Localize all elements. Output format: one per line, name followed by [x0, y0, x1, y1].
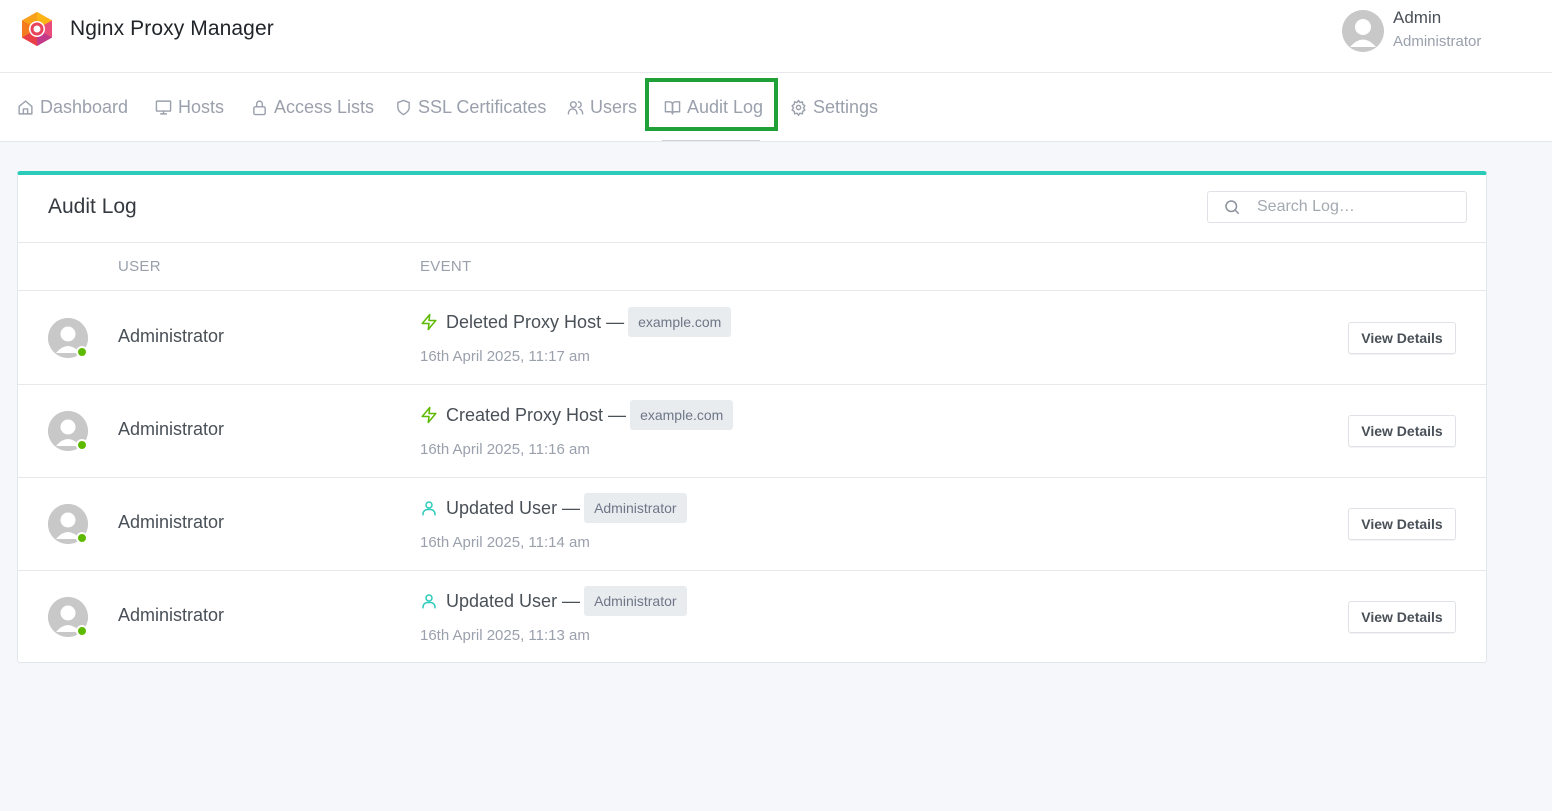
event-timestamp: 16th April 2025, 11:14 am: [420, 534, 590, 551]
event-description: Created Proxy Host —: [446, 404, 627, 425]
nav-label: SSL Certificates: [418, 97, 547, 117]
nav-label: Hosts: [178, 97, 225, 117]
column-header-event: EVENT: [420, 258, 472, 275]
nav-label: Users: [590, 97, 638, 117]
nav-item-hosts[interactable]: Hosts: [155, 73, 224, 142]
nav-label: Audit Log: [687, 97, 764, 117]
nav-label: Dashboard: [40, 97, 129, 117]
event-description: Updated User —: [446, 590, 581, 611]
avatar: [48, 318, 88, 358]
event-line: Updated User — Administrator: [420, 493, 687, 523]
gear-icon: [791, 99, 806, 116]
users-icon: [567, 101, 584, 115]
user-role: Administrator: [1393, 33, 1482, 50]
event-description: Updated User —: [446, 497, 581, 518]
top-header: Nginx Proxy Manager Admin Administrator: [0, 0, 1552, 73]
nav-item-settings[interactable]: Settings: [790, 73, 878, 142]
event-description: Deleted Proxy Host —: [446, 311, 625, 332]
online-status-dot: [76, 532, 88, 544]
view-details-button[interactable]: View Details: [1348, 322, 1456, 354]
event-tag: Administrator: [584, 493, 687, 523]
event-tag: Administrator: [584, 586, 687, 616]
search-input[interactable]: [1257, 193, 1457, 221]
view-details-button[interactable]: View Details: [1348, 508, 1456, 540]
home-icon: [18, 100, 33, 115]
row-user-name: Administrator: [118, 419, 225, 439]
table-row: Administrator Updated User — Administrat…: [18, 571, 1486, 664]
lock-icon: [253, 100, 266, 116]
brand[interactable]: Nginx Proxy Manager: [18, 10, 274, 48]
event-line: Created Proxy Host — example.com: [420, 400, 734, 430]
online-status-dot: [76, 439, 88, 451]
monitor-icon: [155, 100, 172, 115]
online-status-dot: [76, 625, 88, 637]
table-header: USER EVENT: [18, 243, 1486, 291]
avatar: [48, 504, 88, 544]
user-menu[interactable]: Admin Administrator: [1342, 8, 1481, 53]
event-tag: example.com: [628, 307, 732, 337]
column-header-user: USER: [118, 258, 161, 275]
lightning-icon: [421, 313, 437, 331]
table-row: Administrator Updated User — Administrat…: [18, 478, 1486, 571]
row-user-name: Administrator: [118, 326, 225, 346]
avatar-placeholder-icon: [1342, 9, 1384, 52]
event-timestamp: 16th April 2025, 11:13 am: [420, 627, 590, 644]
view-details-button[interactable]: View Details: [1348, 601, 1456, 633]
table-row: Administrator Created Proxy Host — examp…: [18, 385, 1486, 478]
lightning-icon: [421, 406, 437, 424]
user-icon: [422, 594, 436, 609]
nav-label: Access Lists: [274, 97, 375, 117]
nav-label: Settings: [813, 97, 879, 117]
page-title: Audit Log: [48, 195, 137, 218]
user-name: Admin: [1393, 8, 1442, 27]
nav-item-dashboard[interactable]: Dashboard: [17, 73, 128, 142]
search-box[interactable]: [1207, 191, 1467, 223]
view-details-button[interactable]: View Details: [1348, 415, 1456, 447]
card-header: Audit Log: [18, 175, 1486, 243]
event-line: Updated User — Administrator: [420, 586, 687, 616]
user-icon: [422, 501, 436, 516]
nav-item-access-lists[interactable]: Access Lists: [251, 73, 374, 142]
active-tab-underline: [662, 140, 760, 141]
avatar: [48, 411, 88, 451]
table-row: Administrator Deleted Proxy Host — examp…: [18, 292, 1486, 385]
event-tag: example.com: [630, 400, 734, 430]
nav-item-ssl-certificates[interactable]: SSL Certificates: [395, 73, 546, 142]
shield-icon: [397, 99, 410, 116]
event-timestamp: 16th April 2025, 11:16 am: [420, 441, 590, 458]
audit-log-card: Audit Log USER EVENT Administrator Delet…: [17, 171, 1487, 663]
app-logo-icon: [22, 12, 52, 46]
row-user-name: Administrator: [118, 512, 225, 532]
row-user-name: Administrator: [118, 605, 225, 625]
main-nav: Dashboard Hosts Access Lists SSL Certifi…: [0, 73, 1552, 142]
book-open-icon: [664, 101, 681, 115]
nav-item-audit-log[interactable]: Audit Log: [664, 73, 763, 142]
avatar: [1342, 9, 1384, 52]
app-name: Nginx Proxy Manager: [70, 17, 274, 40]
online-status-dot: [76, 346, 88, 358]
nav-item-users[interactable]: Users: [567, 73, 637, 142]
avatar: [48, 597, 88, 637]
event-line: Deleted Proxy Host — example.com: [420, 307, 732, 337]
search-icon: [1225, 200, 1240, 215]
event-timestamp: 16th April 2025, 11:17 am: [420, 348, 590, 365]
